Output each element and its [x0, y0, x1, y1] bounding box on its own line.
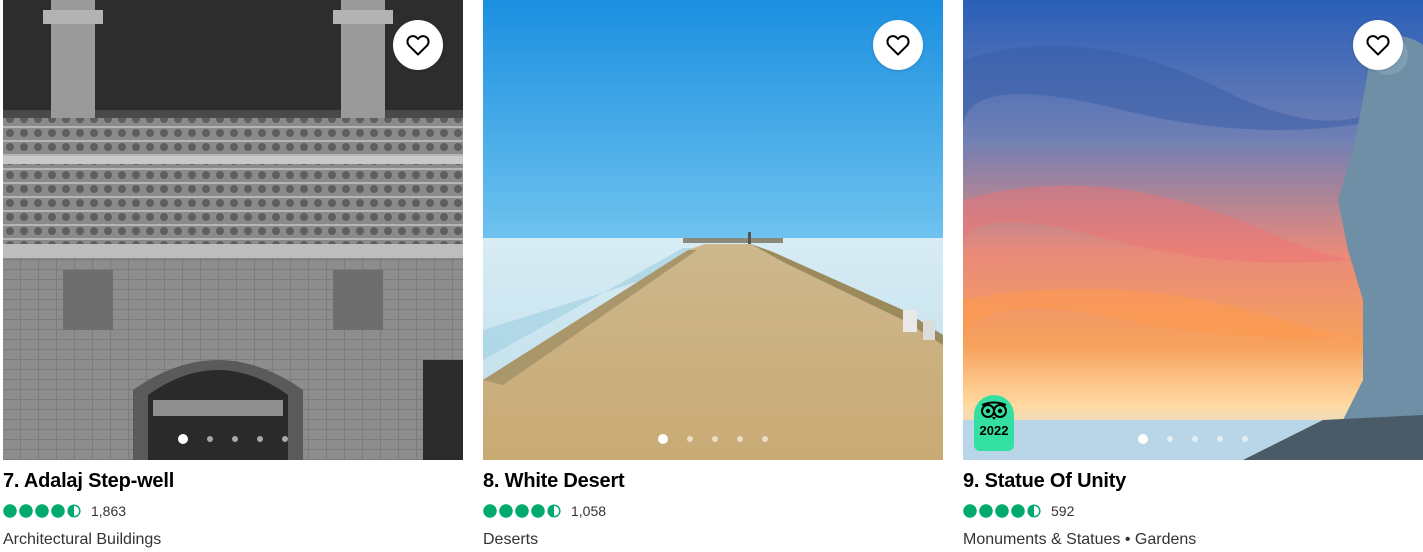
attraction-photo[interactable]: [3, 0, 463, 460]
carousel-dot[interactable]: [1217, 436, 1223, 442]
bubble-half-icon: [1027, 504, 1041, 518]
bubble-full-icon: [995, 504, 1009, 518]
review-count[interactable]: 1,058: [571, 503, 606, 519]
carousel-dot[interactable]: [282, 436, 288, 442]
travellers-choice-owl-icon: [981, 401, 1007, 420]
attraction-card[interactable]: 8. White Desert 1,058 Deserts: [483, 0, 943, 552]
rating-row: 1,863: [3, 503, 126, 519]
attraction-card[interactable]: 7. Adalaj Step-well 1,863 Architectural …: [3, 0, 463, 552]
carousel-dot[interactable]: [737, 436, 743, 442]
bubble-full-icon: [963, 504, 977, 518]
attraction-title[interactable]: 9. Statue Of Unity: [963, 470, 1126, 493]
carousel-dot[interactable]: [687, 436, 693, 442]
bubble-full-icon: [499, 504, 513, 518]
attraction-photo[interactable]: [483, 0, 943, 460]
carousel-dot[interactable]: [207, 436, 213, 442]
photo-carousel-dots: [963, 434, 1423, 444]
save-button[interactable]: [393, 20, 443, 70]
carousel-dot[interactable]: [658, 434, 668, 444]
photo-carousel-dots: [3, 434, 463, 444]
bubble-full-icon: [19, 504, 33, 518]
bubble-full-icon: [51, 504, 65, 518]
carousel-dot[interactable]: [762, 436, 768, 442]
photo-carousel-dots: [483, 434, 943, 444]
stepwell-image: [3, 0, 463, 460]
rating-bubbles: [963, 504, 1041, 518]
statue-of-unity-image: [963, 0, 1423, 460]
carousel-dot[interactable]: [1242, 436, 1248, 442]
rating-row: 592: [963, 503, 1074, 519]
save-button[interactable]: [873, 20, 923, 70]
white-desert-image: [483, 0, 943, 460]
bubble-full-icon: [1011, 504, 1025, 518]
bubble-full-icon: [483, 504, 497, 518]
bubble-half-icon: [547, 504, 561, 518]
rating-bubbles: [483, 504, 561, 518]
carousel-dot[interactable]: [1192, 436, 1198, 442]
bubble-full-icon: [979, 504, 993, 518]
carousel-dot[interactable]: [712, 436, 718, 442]
bubble-full-icon: [35, 504, 49, 518]
review-count[interactable]: 592: [1051, 503, 1074, 519]
attraction-category: Architectural Buildings: [3, 531, 162, 548]
attraction-card[interactable]: 2022 9. Statue Of Unity 592 Monuments & …: [963, 0, 1423, 552]
heart-icon: [1366, 35, 1390, 56]
rating-bubbles: [3, 504, 81, 518]
carousel-dot[interactable]: [178, 434, 188, 444]
save-button[interactable]: [1353, 20, 1403, 70]
carousel-dot[interactable]: [232, 436, 238, 442]
attraction-photo[interactable]: 2022: [963, 0, 1423, 460]
rating-row: 1,058: [483, 503, 606, 519]
carousel-dot[interactable]: [1138, 434, 1148, 444]
heart-icon: [886, 35, 910, 56]
attraction-title[interactable]: 7. Adalaj Step-well: [3, 470, 174, 493]
bubble-half-icon: [67, 504, 81, 518]
carousel-dot[interactable]: [1167, 436, 1173, 442]
attraction-category: Monuments & Statues • Gardens: [963, 531, 1197, 548]
bubble-full-icon: [515, 504, 529, 518]
bubble-full-icon: [531, 504, 545, 518]
bubble-full-icon: [3, 504, 17, 518]
heart-icon: [406, 35, 430, 56]
attraction-category: Deserts: [483, 531, 539, 548]
review-count[interactable]: 1,863: [91, 503, 126, 519]
attraction-title[interactable]: 8. White Desert: [483, 470, 625, 493]
carousel-dot[interactable]: [257, 436, 263, 442]
